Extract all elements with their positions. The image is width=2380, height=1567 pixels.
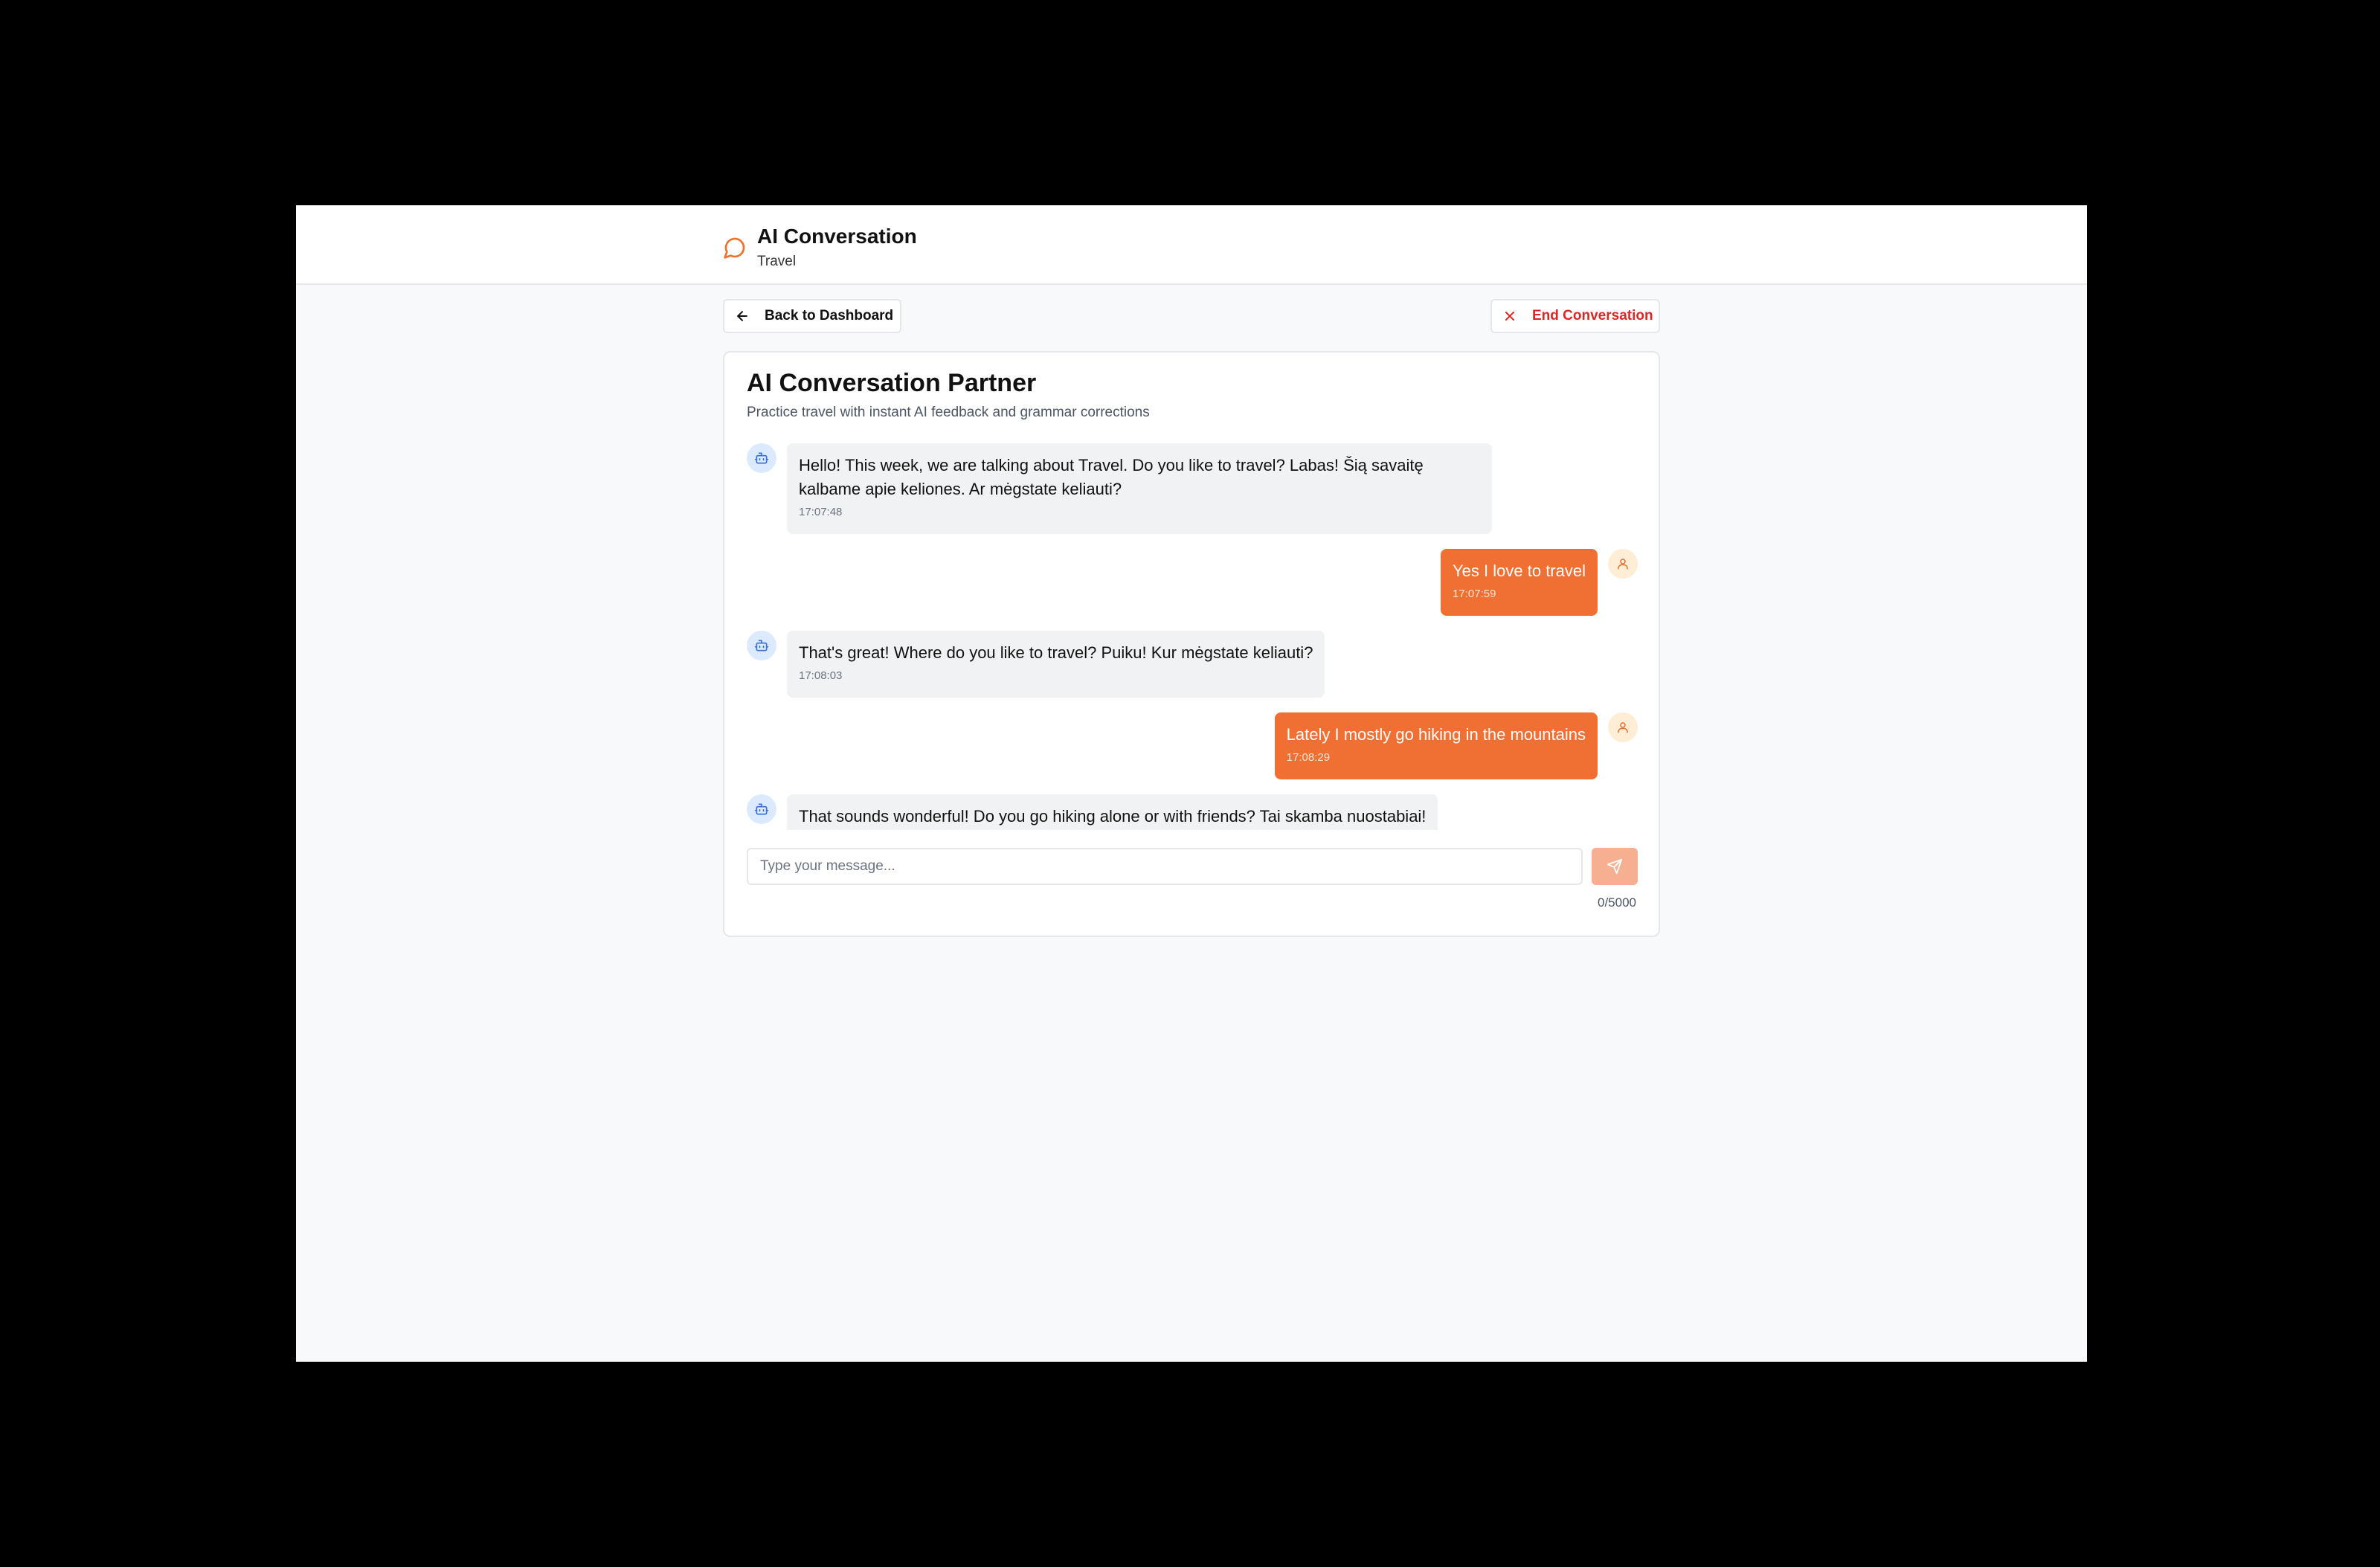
back-to-dashboard-button[interactable]: Back to Dashboard [723,299,901,333]
message-bubble: Lately I mostly go hiking in the mountai… [1274,712,1598,779]
ai-message: That sounds wonderful! Do you go hiking … [747,794,1438,830]
user-avatar [1608,549,1638,579]
message-bubble: Yes I love to travel 17:07:59 [1441,549,1598,616]
message-input[interactable] [747,848,1583,885]
user-message: Lately I mostly go hiking in the mountai… [1274,712,1638,779]
ai-message: Hello! This week, we are talking about T… [747,443,1492,534]
back-button-label: Back to Dashboard [765,308,894,324]
message-time: 17:07:59 [1453,588,1496,600]
message-circle-icon [723,236,747,260]
bot-avatar [747,631,776,660]
message-text: That sounds wonderful! Do you go hiking … [799,807,1427,826]
page-title: AI Conversation [757,225,917,248]
message-time: 17:08:29 [1286,751,1331,764]
chat-description: Practice travel with instant AI feedback… [747,405,1150,420]
message-text: Hello! This week, we are talking about T… [799,456,1424,498]
message-time: 17:08:03 [799,669,843,682]
message-text: That's great! Where do you like to trave… [799,643,1313,662]
end-button-label: End Conversation [1532,308,1653,324]
bot-icon [754,640,769,651]
user-icon [1618,559,1628,570]
message-text: Lately I mostly go hiking in the mountai… [1286,725,1586,744]
user-message: Yes I love to travel 17:07:59 [1441,549,1638,616]
character-count: 0/5000 [1598,895,1636,910]
arrow-left-icon [737,311,747,321]
brand: AI Conversation Travel [723,223,917,271]
top-bar: AI Conversation Travel [296,205,2087,285]
message-list[interactable]: Hello! This week, we are talking about T… [747,443,1638,830]
user-icon [1618,722,1628,733]
user-avatar [1608,712,1638,742]
message-text: Yes I love to travel [1453,562,1586,580]
bot-icon [754,452,769,464]
composer [747,848,1638,885]
end-conversation-button[interactable]: End Conversation [1490,299,1660,333]
chat-card: AI Conversation Partner Practice travel … [723,351,1660,937]
app-window: AI Conversation Travel Back to Dashboard… [296,205,2087,1362]
bot-avatar [747,794,776,824]
ai-message: That's great! Where do you like to trave… [747,631,1325,698]
send-icon [1606,858,1623,875]
close-icon [1505,312,1514,321]
page-subtitle: Travel [757,254,797,269]
chat-title: AI Conversation Partner [747,369,1037,397]
send-button[interactable] [1592,848,1638,885]
message-time: 17:07:48 [799,506,843,518]
bot-avatar [747,443,776,473]
message-bubble: That's great! Where do you like to trave… [787,631,1325,698]
message-bubble: That sounds wonderful! Do you go hiking … [787,794,1438,830]
bot-icon [754,803,769,815]
message-bubble: Hello! This week, we are talking about T… [787,443,1492,534]
